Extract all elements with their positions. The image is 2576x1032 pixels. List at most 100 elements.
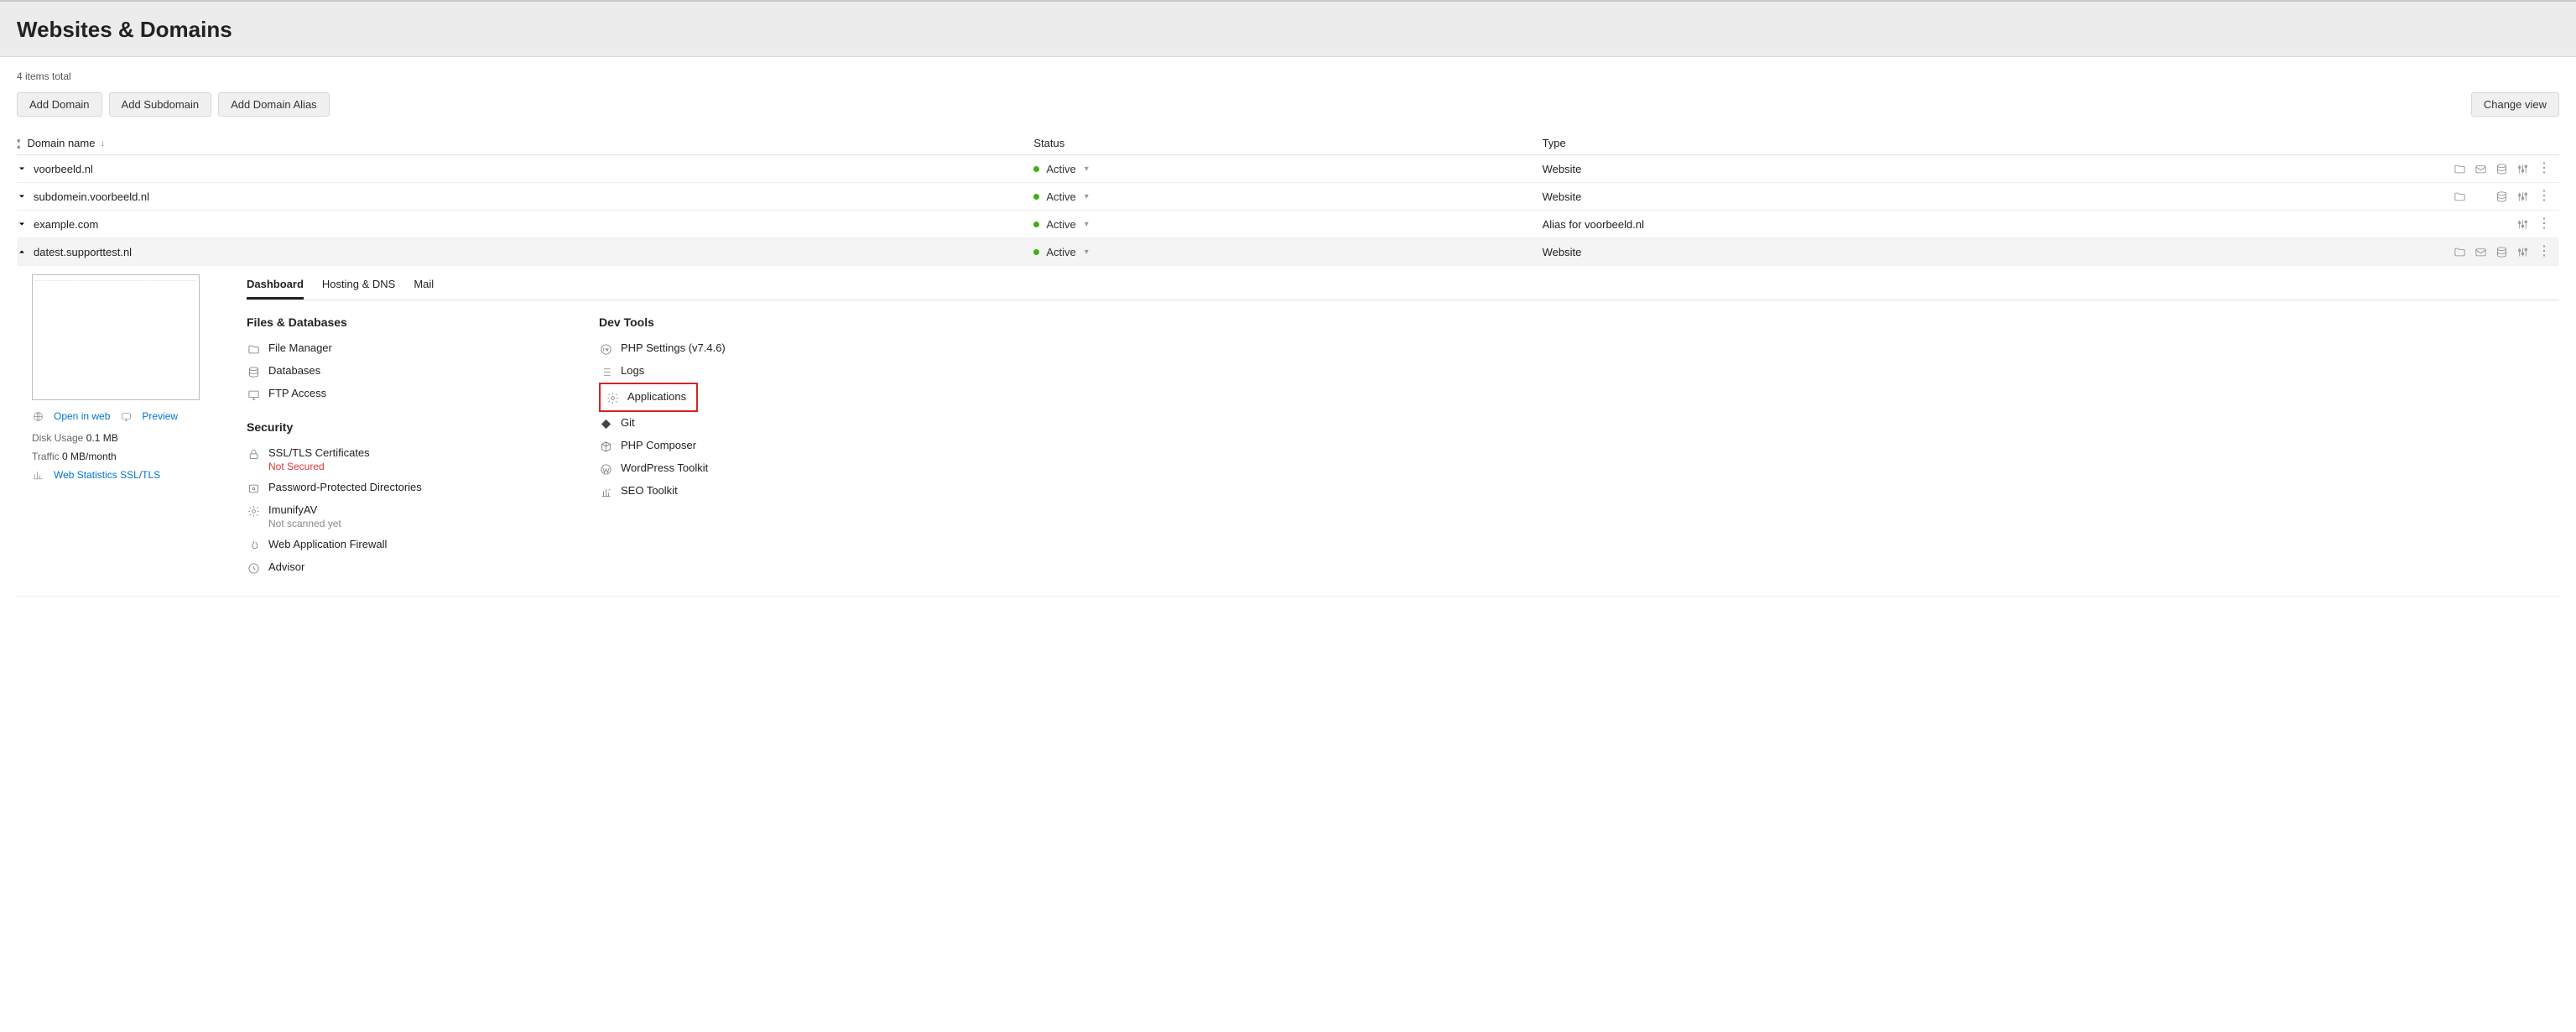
key-icon [247, 482, 260, 495]
waf-link[interactable]: Web Application Firewall [247, 534, 498, 556]
seo-toolkit-link[interactable]: SEO Toolkit [599, 480, 851, 503]
gear-icon [606, 391, 619, 404]
imunifyav-link[interactable]: ImunifyAV Not scanned yet [247, 499, 498, 534]
status-dot-icon [1033, 166, 1039, 172]
file-manager-link[interactable]: File Manager [247, 337, 498, 360]
mail-icon[interactable] [2475, 246, 2487, 258]
status-cell[interactable]: Active ▾ [1033, 190, 1542, 203]
table-row[interactable]: datest.supporttest.nl Active ▾ Website ⋮ [17, 238, 2559, 266]
folder-icon[interactable] [2454, 190, 2466, 203]
list-icon [599, 365, 612, 378]
type-cell: Website [1543, 246, 2305, 258]
column-status[interactable]: Status [1033, 137, 1542, 149]
database-icon[interactable] [2495, 163, 2508, 175]
preview-link[interactable]: Preview [142, 410, 178, 422]
package-icon [599, 440, 612, 453]
globe-icon [32, 410, 44, 422]
column-type[interactable]: Type [1543, 137, 2305, 149]
status-cell[interactable]: Active ▾ [1033, 246, 1542, 258]
chart-icon [599, 485, 612, 498]
bars-icon [32, 469, 44, 481]
sliders-icon[interactable] [2516, 163, 2529, 175]
kebab-menu-icon[interactable]: ⋮ [2537, 162, 2551, 175]
sliders-icon[interactable] [2516, 246, 2529, 258]
lock-icon [247, 447, 260, 461]
domain-name: subdomein.voorbeeld.nl [34, 190, 149, 203]
status-caret-icon: ▾ [1085, 164, 1089, 174]
status-dot-icon [1033, 222, 1039, 227]
tab-hosting-dns[interactable]: Hosting & DNS [322, 274, 395, 300]
add-domain-button[interactable]: Add Domain [17, 92, 102, 117]
sliders-icon[interactable] [2516, 190, 2529, 203]
security-section-title: Security [247, 420, 498, 434]
traffic-stat: Traffic 0 MB/month [32, 451, 216, 462]
advisor-icon [247, 561, 260, 575]
status-cell[interactable]: Active ▾ [1033, 218, 1542, 231]
applications-link[interactable]: Applications [602, 386, 690, 409]
folder-icon[interactable] [2454, 163, 2466, 175]
kebab-menu-icon[interactable]: ⋮ [2537, 190, 2551, 203]
sort-indicator: ↓ [100, 138, 105, 149]
screen-icon [120, 410, 132, 422]
databases-link[interactable]: Databases [247, 360, 498, 383]
status-caret-icon: ▾ [1085, 220, 1089, 229]
database-icon [247, 365, 260, 378]
disk-usage-stat: Disk Usage 0.1 MB [32, 432, 216, 444]
php-composer-link[interactable]: PHP Composer [599, 435, 851, 457]
flame-icon [247, 539, 260, 552]
change-view-button[interactable]: Change view [2471, 92, 2559, 117]
wordpress-icon [599, 462, 612, 476]
status-caret-icon: ▾ [1085, 192, 1089, 201]
gear-icon [247, 504, 260, 518]
folder-icon[interactable] [2454, 246, 2466, 258]
add-subdomain-button[interactable]: Add Subdomain [109, 92, 212, 117]
chevron-up-icon[interactable] [17, 247, 27, 257]
ssl-certificates-link[interactable]: SSL/TLS Certificates Not Secured [247, 442, 498, 477]
domain-detail-panel: Open in web Preview Disk Usage 0.1 MB Tr… [17, 266, 2559, 597]
type-cell: Website [1543, 190, 2305, 203]
php-settings-link[interactable]: PHP Settings (v7.4.6) [599, 337, 851, 360]
status-dot-icon [1033, 194, 1039, 200]
advisor-link[interactable]: Advisor [247, 556, 498, 579]
column-domain-name[interactable]: ▾▴ Domain name ↓ [17, 137, 1033, 149]
tab-mail[interactable]: Mail [414, 274, 434, 300]
status-caret-icon: ▾ [1085, 248, 1089, 257]
database-icon[interactable] [2495, 246, 2508, 258]
password-protected-dirs-link[interactable]: Password-Protected Directories [247, 477, 498, 499]
table-row[interactable]: example.com Active ▾ Alias for voorbeeld… [17, 211, 2559, 238]
domain-name: voorbeeld.nl [34, 163, 93, 175]
page-title: Websites & Domains [17, 17, 2559, 43]
sliders-icon[interactable] [2516, 218, 2529, 231]
imunify-status-label: Not scanned yet [268, 518, 341, 529]
applications-highlight: Applications [599, 383, 698, 412]
domain-name: example.com [34, 218, 98, 231]
domain-name: datest.supporttest.nl [34, 246, 132, 258]
wordpress-toolkit-link[interactable]: WordPress Toolkit [599, 457, 851, 480]
status-dot-icon [1033, 249, 1039, 255]
status-cell[interactable]: Active ▾ [1033, 163, 1542, 175]
web-statistics-link[interactable]: Web Statistics SSL/TLS [54, 469, 160, 481]
kebab-menu-icon[interactable]: ⋮ [2537, 217, 2551, 231]
kebab-menu-icon[interactable]: ⋮ [2537, 245, 2551, 258]
type-cell: Alias for voorbeeld.nl [1543, 218, 2305, 231]
type-cell: Website [1543, 163, 2305, 175]
screen-icon [247, 388, 260, 401]
open-in-web-link[interactable]: Open in web [54, 410, 110, 422]
files-databases-section-title: Files & Databases [247, 315, 498, 329]
tab-dashboard[interactable]: Dashboard [247, 274, 304, 300]
ftp-access-link[interactable]: FTP Access [247, 383, 498, 405]
logs-link[interactable]: Logs [599, 360, 851, 383]
site-preview-thumbnail[interactable] [32, 274, 200, 400]
items-total-label: 4 items total [17, 70, 2559, 82]
table-row[interactable]: subdomein.voorbeeld.nl Active ▾ Website … [17, 183, 2559, 211]
php-icon [599, 342, 612, 356]
mail-icon[interactable] [2475, 163, 2487, 175]
git-link[interactable]: Git [599, 412, 851, 435]
add-domain-alias-button[interactable]: Add Domain Alias [218, 92, 330, 117]
dev-tools-section-title: Dev Tools [599, 315, 851, 329]
git-icon [599, 417, 612, 430]
ssl-status-label: Not Secured [268, 461, 370, 472]
table-row[interactable]: voorbeeld.nl Active ▾ Website ⋮ [17, 155, 2559, 183]
folder-icon [247, 342, 260, 356]
database-icon[interactable] [2495, 190, 2508, 203]
